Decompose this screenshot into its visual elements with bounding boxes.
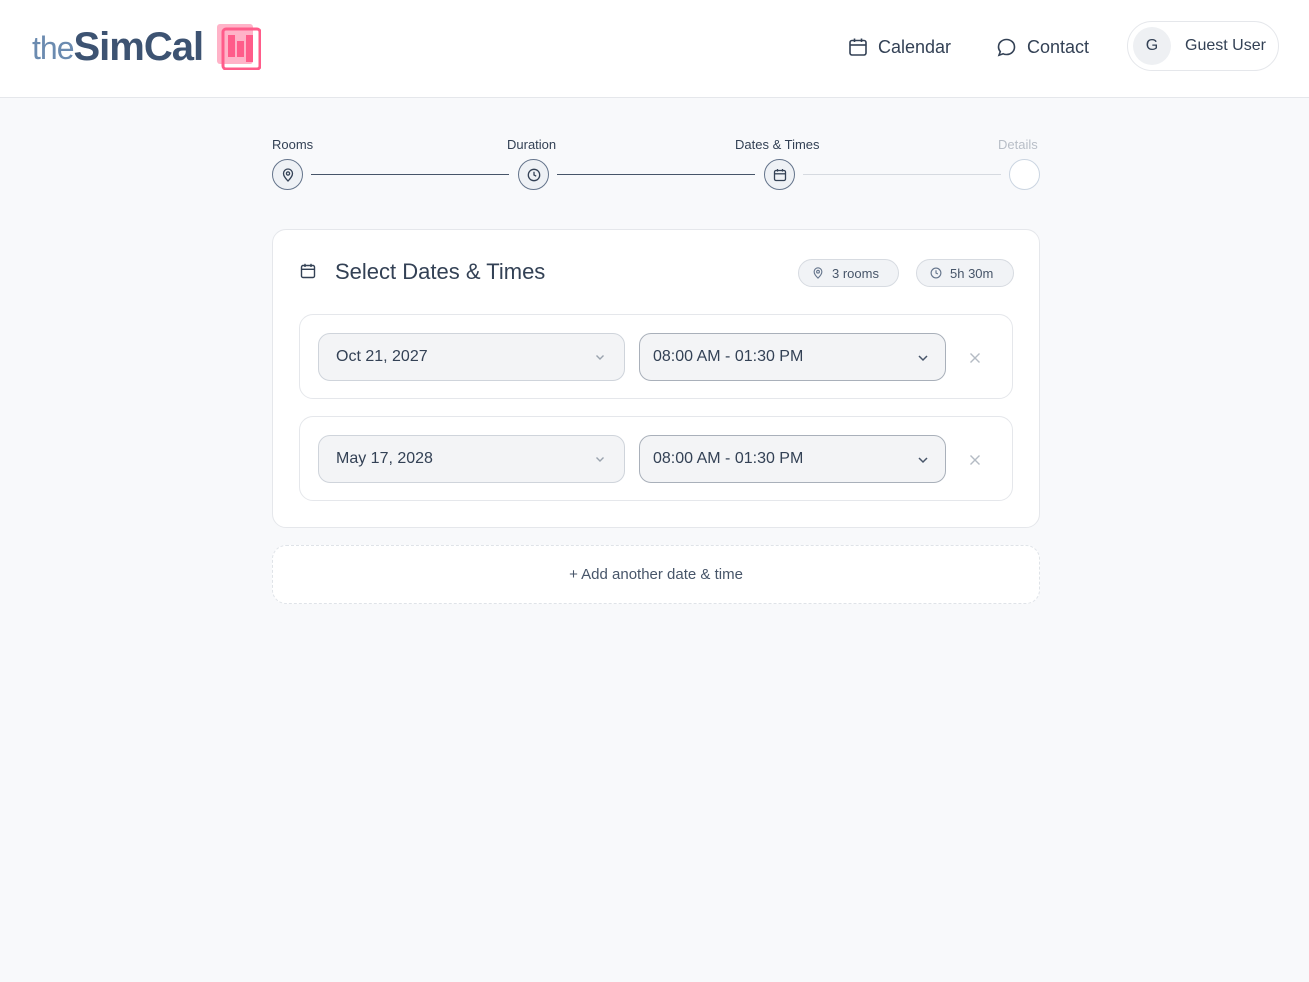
logo[interactable]: the SimCal (32, 22, 261, 70)
clock-icon (930, 267, 942, 279)
step-connector (311, 174, 509, 175)
nav-calendar-label: Calendar (878, 36, 952, 57)
nav-contact-label: Contact (1027, 36, 1090, 57)
chevron-down-icon (596, 457, 604, 462)
card-title: Select Dates & Times (335, 259, 546, 284)
date-time-row: May 17, 2028 08:00 AM - 01:30 PM (299, 416, 1013, 501)
top-header: the SimCal Calendar Contact G Guest User (0, 0, 1309, 98)
remove-row-button[interactable] (966, 349, 984, 367)
avatar: G (1133, 27, 1171, 65)
user-menu-button[interactable]: G Guest User (1127, 21, 1279, 71)
rooms-badge-label: 3 rooms (832, 265, 879, 281)
add-date-time-button[interactable]: + Add another date & time (272, 545, 1040, 604)
time-select-value: 08:00 AM - 01:30 PM (653, 348, 804, 365)
chat-bubble-icon (997, 38, 1016, 56)
chevron-down-icon (918, 355, 928, 362)
nav-contact-link[interactable]: Contact (996, 33, 1089, 61)
close-icon (970, 353, 980, 363)
duration-badge-label: 5h 30m (950, 265, 994, 281)
duration-badge: 5h 30m (916, 259, 1014, 287)
date-select-value: May 17, 2028 (336, 450, 433, 467)
step-label-duration: Duration (507, 137, 557, 152)
logo-prefix: the (32, 30, 74, 66)
date-time-row: Oct 21, 2027 08:00 AM - 01:30 PM (299, 314, 1013, 399)
time-select[interactable]: 08:00 AM - 01:30 PM (639, 333, 946, 381)
logo-bars-icon (217, 24, 261, 70)
map-pin-icon (282, 167, 293, 182)
chevron-down-icon (918, 457, 928, 464)
calendar-icon (773, 168, 786, 181)
map-pin-icon (813, 267, 823, 279)
calendar-icon (300, 263, 316, 279)
remove-row-button[interactable] (966, 451, 984, 469)
step-details[interactable] (1009, 159, 1040, 190)
dates-times-card: Select Dates & Times 3 rooms 5h 30m Oct … (272, 229, 1040, 528)
step-dates-times[interactable] (764, 159, 795, 190)
user-name: Guest User (1185, 37, 1266, 54)
step-label-details: Details (998, 137, 1038, 152)
date-select-value: Oct 21, 2027 (336, 348, 428, 365)
step-rooms[interactable] (272, 159, 303, 190)
step-label-dates-times: Dates & Times (735, 137, 820, 152)
date-select[interactable]: May 17, 2028 (318, 435, 625, 483)
time-select-value: 08:00 AM - 01:30 PM (653, 450, 804, 467)
date-select[interactable]: Oct 21, 2027 (318, 333, 625, 381)
close-icon (970, 455, 980, 465)
step-duration[interactable] (518, 159, 549, 190)
time-select[interactable]: 08:00 AM - 01:30 PM (639, 435, 946, 483)
calendar-icon (849, 38, 867, 56)
logo-name: SimCal (73, 25, 204, 69)
add-date-time-label: + Add another date & time (569, 566, 743, 583)
nav-calendar-link[interactable]: Calendar (848, 33, 951, 61)
chevron-down-icon (596, 355, 604, 360)
step-connector (557, 174, 755, 175)
rooms-badge: 3 rooms (798, 259, 899, 287)
step-label-rooms: Rooms (272, 137, 314, 152)
clock-icon (527, 168, 540, 181)
step-connector (803, 174, 1001, 175)
